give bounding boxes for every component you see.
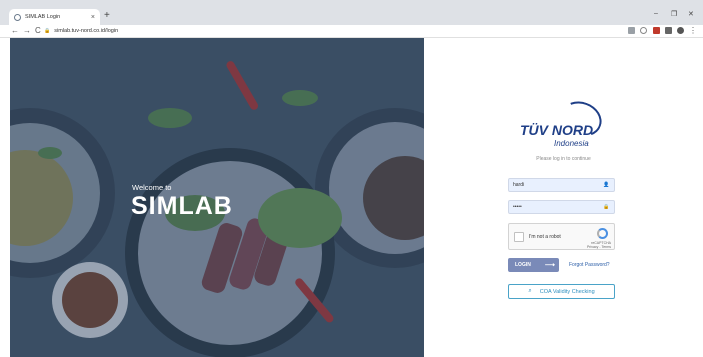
recaptcha-label: I'm not a robot <box>529 234 561 240</box>
extension-red-icon[interactable] <box>653 27 660 34</box>
recaptcha-checkbox[interactable] <box>514 232 524 242</box>
recaptcha-footer: reCAPTCHA Privacy - Terms <box>587 241 611 249</box>
username-field[interactable]: 👤 <box>508 178 615 192</box>
minimize-button[interactable]: – <box>654 10 658 17</box>
lock-icon: 🔒 <box>44 28 51 34</box>
close-window-button[interactable]: ✕ <box>688 10 694 18</box>
user-icon: 👤 <box>603 182 610 188</box>
search-icon: ⌕ <box>528 288 532 294</box>
login-subtitle: Please log in to continue <box>536 156 591 162</box>
password-field[interactable]: 🔒 <box>508 200 615 214</box>
url-text: simlab.tuv-nord.co.id/login <box>54 28 119 34</box>
favicon-icon <box>14 13 21 21</box>
key-icon[interactable] <box>628 27 635 34</box>
maximize-button[interactable]: ❐ <box>671 10 677 18</box>
coa-validity-label: COA Validity Checking <box>539 288 595 295</box>
reload-button[interactable]: C <box>35 26 41 36</box>
browser-tab[interactable]: SIMLAB Login × <box>9 9 100 25</box>
simlab-brand-title: SIMLAB <box>131 192 233 220</box>
logo-main-text: TÜV NORD <box>520 122 594 138</box>
arrow-right-icon: ⟶ <box>544 262 555 269</box>
tab-close-icon[interactable]: × <box>91 14 95 21</box>
hero-food-image: Welcome to SIMLAB <box>10 38 424 357</box>
browser-toolbar: ← → C 🔒 simlab.tuv-nord.co.id/login ⋮ <box>0 25 703 38</box>
tab-strip: SIMLAB Login × + – ❐ ✕ <box>0 0 703 25</box>
forgot-password-link[interactable]: Forgot Password? <box>569 262 610 268</box>
extensions-puzzle-icon[interactable] <box>665 27 672 34</box>
back-button[interactable]: ← <box>11 26 19 36</box>
menu-kebab-icon[interactable]: ⋮ <box>689 26 697 36</box>
lock-icon: 🔒 <box>603 204 610 210</box>
recaptcha-widget: I'm not a robot reCAPTCHA Privacy - Term… <box>508 223 615 250</box>
browser-window: SIMLAB Login × + – ❐ ✕ ← → C 🔒 simlab.tu… <box>0 0 703 357</box>
logo-sub-text: Indonesia <box>554 139 589 148</box>
recaptcha-logo-icon <box>597 228 608 239</box>
login-button[interactable]: LOGIN ⟶ <box>508 258 559 272</box>
tuv-nord-logo: TÜV NORD Indonesia <box>520 95 610 152</box>
tab-title: SIMLAB Login <box>25 14 61 20</box>
login-button-label: LOGIN <box>515 262 531 268</box>
coa-validity-button[interactable]: ⌕ COA Validity Checking <box>508 284 615 299</box>
profile-avatar-icon[interactable] <box>677 27 684 34</box>
new-tab-button[interactable]: + <box>104 11 110 21</box>
welcome-text: Welcome to <box>132 183 172 192</box>
forward-button[interactable]: → <box>23 26 31 36</box>
star-icon[interactable] <box>640 27 647 34</box>
address-bar[interactable]: 🔒 simlab.tuv-nord.co.id/login <box>44 26 622 36</box>
username-input[interactable] <box>513 182 603 188</box>
password-input[interactable] <box>513 204 603 210</box>
login-panel: TÜV NORD Indonesia Please log in to cont… <box>424 38 703 357</box>
recaptcha-links[interactable]: Privacy - Terms <box>587 245 611 249</box>
